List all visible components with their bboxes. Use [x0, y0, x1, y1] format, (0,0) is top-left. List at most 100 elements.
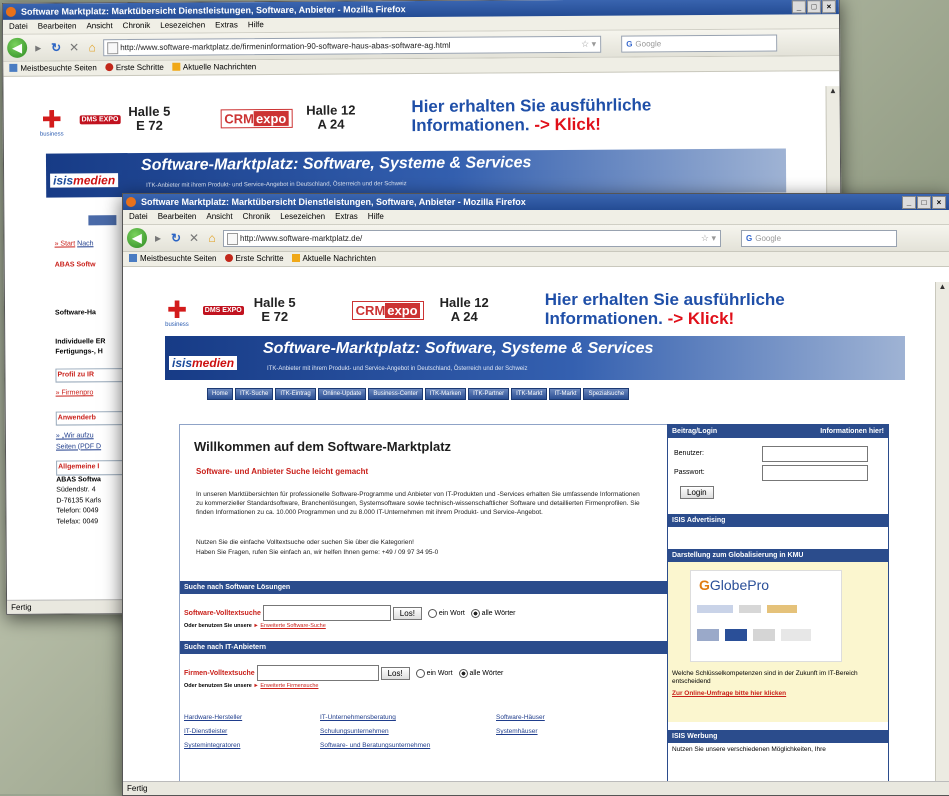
bookmark-nachrichten[interactable]: Aktuelle Nachrichten — [291, 252, 376, 266]
firmen-search-button[interactable]: Los! — [380, 666, 410, 680]
bookmark-star-icon[interactable]: ☆ ▾ — [701, 231, 716, 246]
close-button[interactable]: × — [932, 196, 946, 209]
ad-info-text[interactable]: Hier erhalten Sie ausführliche Informati… — [411, 96, 651, 136]
nav-business-center[interactable]: Business-Center — [368, 388, 423, 400]
ad-klick-link[interactable]: -> Klick! — [534, 115, 601, 134]
stop-icon[interactable]: ✕ — [187, 231, 201, 245]
cat-it-dienstleister[interactable]: IT-Dienstleister — [184, 725, 320, 739]
nav-spezialsuche[interactable]: Spezialsuche — [583, 388, 630, 400]
software-search-input[interactable] — [262, 605, 391, 621]
software-search-button[interactable]: Los! — [392, 606, 422, 620]
cat-software-beratung[interactable]: Software- und Beratungsunternehmen — [320, 739, 496, 753]
firmen-search-input[interactable] — [256, 665, 379, 681]
ad-klick-link[interactable]: -> Klick! — [668, 309, 735, 328]
bookmark-erste-schritte[interactable]: Erste Schritte — [104, 61, 164, 75]
minimize-button[interactable]: _ — [902, 196, 916, 209]
reload-icon[interactable]: ↻ — [49, 41, 63, 55]
menu-bearbeiten[interactable]: Bearbeiten — [158, 210, 197, 224]
menu-hilfe[interactable]: Hilfe — [248, 18, 264, 32]
nav-itk-markt[interactable]: ITK-Markt — [511, 388, 548, 400]
reload-icon[interactable]: ↻ — [169, 231, 183, 245]
scroll-up-arrow-icon[interactable]: ▲ — [826, 86, 839, 98]
cat-systemhaeuser[interactable]: Systemhäuser — [496, 725, 616, 739]
nav-online-update[interactable]: Online-Update — [317, 388, 367, 400]
firmen-advanced-link[interactable]: Erweiterte Firmensuche — [260, 683, 318, 689]
nav-itk-partner[interactable]: ITK-Partner — [468, 388, 510, 400]
nav-itk-eintrag[interactable]: ITK-Eintrag — [275, 388, 316, 400]
cat-systemintegratoren[interactable]: Systemintegratoren — [184, 739, 320, 753]
back-search-box[interactable]: G Google — [621, 34, 778, 53]
menu-ansicht[interactable]: Ansicht — [206, 210, 232, 224]
maximize-button[interactable]: □ — [806, 0, 821, 14]
radio-ein-wort-firmen[interactable] — [415, 668, 425, 678]
back-ad-row[interactable]: ✚ business DMS EXPO Halle 5E 72 CRM expo … — [40, 93, 772, 142]
close-button[interactable]: × — [821, 0, 836, 14]
ad-info-text[interactable]: Hier erhalten Sie ausführliche Informati… — [545, 291, 785, 328]
menu-datei[interactable]: Datei — [129, 210, 148, 224]
nav-itk-marken[interactable]: ITK-Marken — [424, 388, 467, 400]
minimize-button[interactable]: _ — [791, 0, 806, 14]
front-page-content: ✚ business DMS EXPO Halle 5E 72 CRM expo … — [123, 282, 935, 782]
bookmark-meistbesuchte-label: Meistbesuchte Seiten — [140, 254, 217, 263]
nav-home[interactable]: Home — [207, 388, 234, 400]
menu-chronik[interactable]: Chronik — [243, 210, 271, 224]
front-browser-window[interactable]: Software Marktplatz: Marktübersicht Dien… — [122, 193, 949, 796]
home-icon[interactable]: ⌂ — [85, 40, 99, 54]
front-ad-row[interactable]: ✚ business DMS EXPO Halle 5E 72 CRM expo … — [165, 288, 907, 332]
back-start-link[interactable]: » Start — [55, 240, 76, 247]
crm-suffix: expo — [385, 302, 420, 318]
username-input[interactable] — [762, 446, 868, 462]
software-advanced-link[interactable]: Erweiterte Software-Suche — [260, 623, 325, 629]
business-label: business — [165, 322, 189, 328]
menu-chronik[interactable]: Chronik — [123, 19, 151, 33]
cat-schulungsunternehmen[interactable]: Schulungsunternehmen — [320, 725, 496, 739]
back-wir-link[interactable]: » „Wir aufzu — [56, 431, 126, 442]
back-nach-link[interactable]: Nach — [77, 240, 93, 247]
menu-bearbeiten[interactable]: Bearbeiten — [38, 19, 77, 33]
front-scrollbar[interactable]: ▲ — [935, 282, 949, 782]
password-input[interactable] — [762, 465, 868, 481]
globe-survey-link[interactable]: Zur Online-Umfrage bitte hier klicken — [672, 690, 786, 697]
back-arrow-icon[interactable]: ◀ — [7, 37, 28, 58]
login-header: Beitrag/Login Informationen hier! — [668, 425, 888, 438]
back-telefax: Telefax: 0049 — [56, 517, 99, 526]
back-nav-button[interactable] — [88, 215, 117, 226]
home-icon[interactable]: ⌂ — [205, 231, 219, 245]
menu-lesezeichen[interactable]: Lesezeichen — [160, 19, 205, 33]
cat-it-unternehmensberatung[interactable]: IT-Unternehmensberatung — [320, 711, 496, 725]
menu-datei[interactable]: Datei — [9, 20, 28, 34]
globe-panel[interactable]: GGlobePro Welche Schlüsselkompetenzen si… — [668, 562, 888, 722]
nav-it-markt[interactable]: IT-Markt — [549, 388, 582, 400]
bookmark-nachrichten[interactable]: Aktuelle Nachrichten — [171, 60, 256, 75]
front-search-box[interactable]: G Google — [741, 229, 897, 247]
back-abas-address: ABAS Softwa — [56, 475, 101, 484]
maximize-button[interactable]: □ — [917, 196, 931, 209]
menu-lesezeichen[interactable]: Lesezeichen — [280, 210, 325, 224]
cat-hardware-hersteller[interactable]: Hardware-Hersteller — [184, 711, 320, 725]
login-info-link[interactable]: Informationen hier! — [820, 428, 884, 435]
stop-icon[interactable]: ✕ — [67, 40, 81, 54]
bookmark-meistbesuchte[interactable]: Meistbesuchte Seiten — [129, 252, 217, 266]
menu-ansicht[interactable]: Ansicht — [86, 19, 112, 33]
back-url-bar[interactable]: http://www.software-marktplatz.de/firmen… — [103, 35, 602, 56]
bookmark-erste-schritte[interactable]: Erste Schritte — [224, 252, 284, 266]
front-url-bar[interactable]: http://www.software-marktplatz.de/ ☆ ▾ — [223, 229, 721, 247]
radio-alle-woerter-firmen[interactable] — [458, 668, 468, 678]
cat-software-haeuser[interactable]: Software-Häuser — [496, 711, 616, 725]
forward-arrow-icon[interactable]: ▸ — [151, 231, 165, 245]
forward-arrow-icon[interactable]: ▸ — [31, 41, 45, 55]
back-pdf-link[interactable]: Seiten (PDF D — [56, 442, 126, 453]
bookmark-meistbesuchte[interactable]: Meistbesuchte Seiten — [9, 61, 97, 76]
radio-ein-wort[interactable] — [427, 608, 437, 618]
menu-extras[interactable]: Extras — [335, 210, 358, 224]
back-arrow-icon[interactable]: ◀ — [127, 228, 147, 248]
bookmark-star-icon[interactable]: ☆ ▾ — [581, 36, 596, 51]
login-button[interactable]: Login — [680, 486, 714, 499]
menu-hilfe[interactable]: Hilfe — [368, 210, 384, 224]
menu-extras[interactable]: Extras — [215, 18, 238, 32]
nav-itk-suche[interactable]: ITK-Suche — [235, 388, 274, 400]
front-title-bar[interactable]: Software Marktplatz: Marktübersicht Dien… — [123, 194, 949, 210]
scroll-up-arrow-icon[interactable]: ▲ — [936, 282, 949, 294]
back-firmenprofil-link[interactable]: » Firmenpro — [56, 389, 94, 396]
radio-alle-woerter[interactable] — [470, 608, 480, 618]
